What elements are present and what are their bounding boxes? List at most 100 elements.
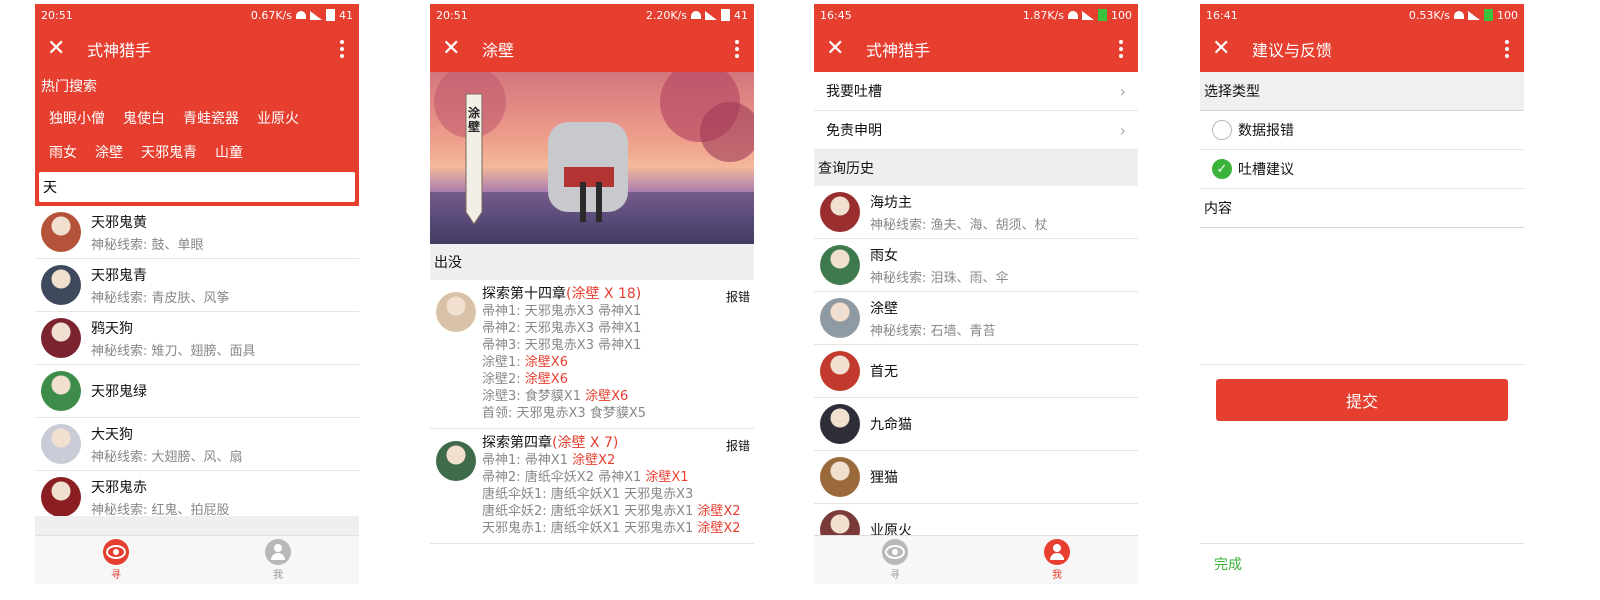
banner-artwork	[430, 72, 754, 244]
hot-tag[interactable]: 鬼使白	[123, 108, 165, 128]
stage-highlight: 涂壁X6	[585, 389, 629, 404]
wifi-icon	[691, 11, 701, 19]
stage-line: 唐纸伞妖2: 唐纸伞妖X1 天邪鬼赤X1 涂壁X2	[482, 503, 750, 520]
menu-item-label: 我要吐槽	[826, 84, 882, 100]
stage-text: 帚神2: 天邪鬼赤X3 帚神X1	[482, 321, 642, 336]
stage-line: 涂壁3: 食梦貘X1 涂壁X6	[482, 388, 750, 405]
avatar	[41, 265, 81, 305]
content-textarea[interactable]	[1200, 228, 1524, 365]
shikigami-name: 狸猫	[870, 470, 898, 486]
location-list: 探索第十四章(涂壁 X 18) 帚神1: 天邪鬼赤X3 帚神X1 帚神2: 天邪鬼赤…	[430, 280, 754, 544]
list-item[interactable]: 天邪鬼青 神秘线索: 青皮肤、风筝	[35, 259, 359, 312]
hot-tag[interactable]: 青蛙瓷器	[183, 108, 239, 128]
stage-text: 唐纸伞妖2: 唐纸伞妖X1 天邪鬼赤X1	[482, 504, 698, 519]
stage-text: 涂壁2:	[482, 372, 525, 387]
list-item[interactable]: 九命猫	[814, 398, 1138, 451]
type-option[interactable]: 数据报错	[1200, 111, 1524, 150]
title-bar: ✕ 涂壁	[430, 26, 754, 72]
list-item[interactable]: 天邪鬼绿	[35, 365, 359, 418]
tab-user[interactable]: 我	[197, 536, 359, 584]
chapter-name: 探索第四章	[482, 435, 552, 451]
close-icon[interactable]: ✕	[826, 38, 850, 60]
shikigami-name: 天邪鬼青	[91, 267, 147, 284]
stage-text: 帚神1: 帚神X1	[482, 453, 573, 468]
profile-menu: 我要吐槽 › 免责申明 ›	[814, 72, 1138, 150]
close-icon[interactable]: ✕	[1212, 38, 1236, 60]
more-icon[interactable]	[1116, 40, 1126, 58]
hot-tag[interactable]: 独眼小僧	[49, 108, 105, 128]
stage-highlight: 涂壁X6	[524, 372, 568, 387]
clue-text: 神秘线索: 石墙、青苔	[870, 323, 996, 339]
done-button[interactable]: 完成	[1200, 543, 1524, 584]
avatar	[41, 318, 81, 358]
entry-title: 探索第四章(涂壁 X 7)	[482, 435, 750, 452]
eye-icon	[103, 539, 129, 565]
search-input[interactable]: 天	[39, 172, 355, 202]
content-label: 内容	[1200, 189, 1524, 228]
list-item-text: 天邪鬼赤 神秘线索: 红鬼、拍屁股	[91, 477, 230, 518]
avatar	[820, 351, 860, 391]
shikigami-name: 天邪鬼赤	[91, 479, 147, 496]
close-icon[interactable]: ✕	[47, 38, 71, 60]
check-circle-icon: ✓	[1212, 159, 1232, 179]
report-button[interactable]: 报错	[726, 437, 750, 454]
status-bar: 16:41 0.53K/s 100	[1200, 4, 1524, 26]
report-button[interactable]: 报错	[726, 288, 750, 305]
hot-tag[interactable]: 山童	[215, 142, 243, 162]
menu-item[interactable]: 免责申明 ›	[814, 111, 1138, 150]
list-item[interactable]: 雨女 神秘线索: 泪珠、雨、伞	[814, 239, 1138, 292]
result-list: 天邪鬼黄 神秘线索: 鼓、单眼 天邪鬼青 神秘线索: 青皮肤、风筝 鸦天狗 神秘线索: 雉…	[35, 206, 359, 524]
battery-icon	[1484, 9, 1493, 21]
menu-item[interactable]: 我要吐槽 ›	[814, 72, 1138, 111]
history-header: 查询历史	[814, 150, 1138, 186]
close-icon[interactable]: ✕	[442, 38, 466, 60]
tab-user[interactable]: 我	[976, 536, 1138, 584]
more-icon[interactable]	[1502, 40, 1512, 58]
stage-text: 帚神1: 天邪鬼赤X3 帚神X1	[482, 304, 642, 319]
avatar	[820, 245, 860, 285]
hot-tag[interactable]: 天邪鬼青	[141, 142, 197, 162]
more-icon[interactable]	[732, 40, 742, 58]
hot-tag[interactable]: 业原火	[257, 108, 299, 128]
footer-strip	[35, 516, 359, 536]
battery-icon	[721, 9, 730, 21]
phone-search: 20:51 0.67K/s 41 ✕ 式神猎手 热门搜索 独眼小僧 鬼使白 青蛙瓷器…	[35, 4, 359, 584]
submit-button[interactable]: 提交	[1216, 379, 1508, 421]
battery-level: 100	[1111, 8, 1132, 22]
avatar	[41, 371, 81, 411]
tab-label: 寻	[111, 570, 121, 581]
user-icon-glyph	[1049, 544, 1065, 560]
list-item[interactable]: 首无	[814, 345, 1138, 398]
network-speed: 0.53K/s	[1408, 8, 1450, 22]
list-item[interactable]: 涂壁 神秘线索: 石墙、青苔	[814, 292, 1138, 345]
battery-level: 100	[1497, 8, 1518, 22]
location-entry: 探索第十四章(涂壁 X 18) 帚神1: 天邪鬼赤X3 帚神X1 帚神2: 天邪鬼赤…	[430, 280, 754, 429]
phone-feedback: 16:41 0.53K/s 100 ✕ 建议与反馈 选择类型 数据报错 ✓ 吐槽建议…	[1200, 4, 1524, 584]
list-item[interactable]: 海坊主 神秘线索: 渔夫、海、胡须、杖	[814, 186, 1138, 239]
list-item[interactable]: 天邪鬼黄 神秘线索: 鼓、单眼	[35, 206, 359, 259]
list-item[interactable]: 鸦天狗 神秘线索: 雉刀、翅膀、面具	[35, 312, 359, 365]
stage-text: 涂壁1:	[482, 355, 525, 370]
stage-line: 帚神2: 天邪鬼赤X3 帚神X1	[482, 320, 750, 337]
hot-tag[interactable]: 涂壁	[95, 142, 123, 162]
tab-eye[interactable]: 寻	[35, 536, 197, 584]
stage-highlight: 涂壁X6	[524, 355, 568, 370]
status-bar: 20:51 0.67K/s 41	[35, 4, 359, 26]
list-item-text: 涂壁 神秘线索: 石墙、青苔	[870, 298, 996, 339]
list-item[interactable]: 大天狗神秘线索: 大翅膀、风、扇	[35, 418, 359, 471]
type-label: 选择类型	[1200, 72, 1524, 111]
list-item[interactable]: 狸猫	[814, 451, 1138, 504]
more-icon[interactable]	[337, 40, 347, 58]
clue-text: 神秘线索: 大翅膀、风、扇	[91, 449, 243, 465]
stage-highlight: 涂壁X2	[697, 504, 741, 519]
avatar	[820, 192, 860, 232]
avatar	[820, 404, 860, 444]
stage-text: 首领: 天邪鬼赤X3 食梦貘X5	[482, 406, 646, 421]
hot-tag[interactable]: 雨女	[49, 142, 77, 162]
shikigami-name: 大天狗	[91, 426, 133, 443]
shikigami-name: 鸦天狗	[91, 320, 133, 337]
type-option[interactable]: ✓ 吐槽建议	[1200, 150, 1524, 189]
list-item-text: 首无	[870, 361, 898, 381]
radio-circle-icon	[1212, 120, 1232, 140]
tab-eye[interactable]: 寻	[814, 536, 976, 584]
